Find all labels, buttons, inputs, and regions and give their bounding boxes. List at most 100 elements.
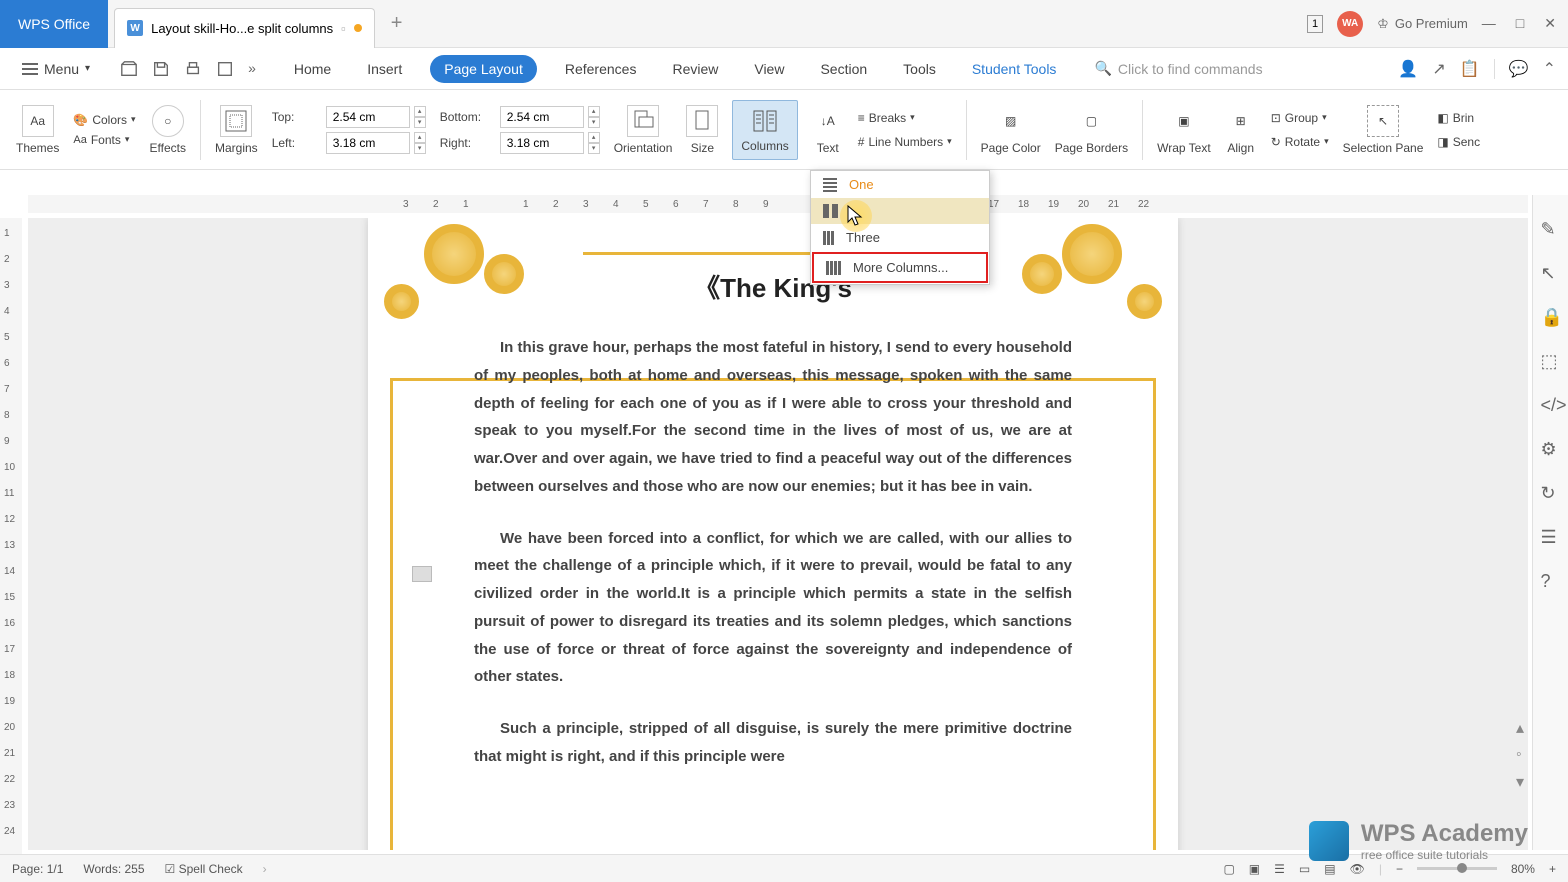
- send-backward-button[interactable]: ◨ Senc: [1437, 135, 1480, 149]
- preview-icon[interactable]: [216, 60, 234, 78]
- zoom-slider[interactable]: [1417, 867, 1497, 870]
- view-read-icon[interactable]: ▭: [1299, 862, 1310, 876]
- document-tab[interactable]: W Layout skill-Ho...e split columns ▫: [114, 8, 375, 48]
- lock-icon[interactable]: 🔒: [1541, 307, 1561, 327]
- bring-forward-button[interactable]: ◧ Brin: [1437, 111, 1480, 125]
- zoom-in-button[interactable]: +: [1549, 862, 1556, 876]
- zoom-percent[interactable]: 80%: [1511, 862, 1535, 876]
- user-avatar[interactable]: WA: [1337, 11, 1363, 37]
- view-outline-icon[interactable]: ☰: [1274, 862, 1285, 876]
- ocr-icon[interactable]: ⬚: [1541, 351, 1561, 371]
- bottom-margin-input[interactable]: [500, 106, 584, 128]
- maximize-button[interactable]: □: [1516, 15, 1524, 32]
- text-direction-button[interactable]: ↓A Text: [812, 105, 844, 155]
- minimize-button[interactable]: —: [1482, 15, 1496, 32]
- rotate-button[interactable]: ↻ Rotate ▾: [1271, 135, 1329, 149]
- selection-pane-button[interactable]: ↖ Selection Pane: [1343, 105, 1424, 155]
- print-icon[interactable]: [184, 60, 202, 78]
- history-icon[interactable]: ↻: [1541, 483, 1561, 503]
- view-page-icon[interactable]: ▢: [1223, 862, 1234, 876]
- close-button[interactable]: ✕: [1544, 15, 1556, 32]
- document-viewport[interactable]: 《The King's In this grave hour, perhaps …: [28, 218, 1528, 850]
- paragraph[interactable]: Such a principle, stripped of all disgui…: [474, 715, 1072, 771]
- line-numbers-button[interactable]: # Line Numbers ▾: [858, 135, 952, 149]
- word-count[interactable]: Words: 255: [83, 862, 144, 876]
- size-button[interactable]: Size: [686, 105, 718, 155]
- view-web-icon[interactable]: ▤: [1324, 862, 1335, 876]
- orientation-button[interactable]: Orientation: [614, 105, 673, 155]
- tab-student-tools[interactable]: Student Tools: [964, 55, 1065, 83]
- colors-button[interactable]: 🎨 Colors ▾: [73, 113, 135, 127]
- paragraph[interactable]: We have been forced into a conflict, for…: [474, 525, 1072, 692]
- nav-dot-icon[interactable]: ◦: [1516, 746, 1524, 764]
- new-tab-button[interactable]: +: [391, 12, 403, 35]
- tab-review[interactable]: Review: [664, 55, 726, 83]
- columns-button[interactable]: Columns: [732, 100, 797, 160]
- chat-icon[interactable]: 💬: [1509, 59, 1529, 79]
- settings-icon[interactable]: ⚙: [1541, 439, 1561, 459]
- prev-page-icon[interactable]: ▴: [1516, 718, 1524, 738]
- open-icon[interactable]: [120, 60, 138, 78]
- bottom-spinner[interactable]: ▴▾: [588, 106, 600, 128]
- paragraph[interactable]: In this grave hour, perhaps the most fat…: [474, 334, 1072, 501]
- outline-icon[interactable]: ☰: [1541, 527, 1561, 547]
- next-page-icon[interactable]: ▾: [1516, 772, 1524, 792]
- top-spinner[interactable]: ▴▾: [414, 106, 426, 128]
- tab-view[interactable]: View: [746, 55, 792, 83]
- margins-button[interactable]: Margins: [215, 105, 258, 155]
- view-full-icon[interactable]: ▣: [1249, 862, 1260, 876]
- collapse-ribbon-icon[interactable]: ⌃: [1543, 59, 1556, 79]
- save-icon[interactable]: [152, 60, 170, 78]
- page-color-button[interactable]: ▨ Page Color: [981, 105, 1041, 155]
- tab-insert[interactable]: Insert: [359, 55, 410, 83]
- tab-tools[interactable]: Tools: [895, 55, 944, 83]
- ruler-tick: 21: [4, 748, 15, 759]
- more-quick-icon[interactable]: »: [248, 60, 256, 78]
- more-columns[interactable]: More Columns...: [812, 252, 988, 283]
- vertical-ruler[interactable]: 1 2 3 4 5 6 7 8 9 10 11 12 13 14 15 16 1…: [0, 218, 22, 868]
- fonts-button[interactable]: Aa Fonts ▾: [73, 133, 135, 147]
- tab-home[interactable]: Home: [286, 55, 339, 83]
- columns-two[interactable]: [811, 198, 989, 224]
- status-more-icon[interactable]: ›: [263, 862, 267, 876]
- document-title[interactable]: 《The King's: [368, 268, 1178, 305]
- themes-button[interactable]: Aa Themes: [16, 105, 59, 155]
- left-spinner[interactable]: ▴▾: [414, 132, 426, 154]
- paragraph-option-marker[interactable]: [412, 566, 432, 582]
- help-icon[interactable]: ?: [1541, 571, 1561, 591]
- document-body[interactable]: In this grave hour, perhaps the most fat…: [474, 334, 1072, 795]
- effects-button[interactable]: ○ Effects: [150, 105, 186, 155]
- right-margin-input[interactable]: [500, 132, 584, 154]
- tab-section[interactable]: Section: [812, 55, 875, 83]
- page-indicator[interactable]: Page: 1/1: [12, 862, 63, 876]
- group-button[interactable]: ⊡ Group ▾: [1271, 111, 1329, 125]
- select-icon[interactable]: ↖: [1541, 263, 1561, 283]
- right-spinner[interactable]: ▴▾: [588, 132, 600, 154]
- columns-one[interactable]: One: [811, 171, 989, 198]
- left-margin-input[interactable]: [326, 132, 410, 154]
- go-premium-button[interactable]: ♔ Go Premium: [1377, 16, 1468, 32]
- spell-check-toggle[interactable]: ☑ Spell Check: [165, 862, 243, 876]
- command-search[interactable]: 🔍 Click to find commands: [1094, 60, 1262, 77]
- paste-icon[interactable]: 📋: [1460, 59, 1480, 79]
- page-borders-button[interactable]: ▢ Page Borders: [1055, 105, 1128, 155]
- chevron-down-icon: ▾: [125, 134, 130, 145]
- columns-three[interactable]: Three: [811, 224, 989, 251]
- edit-icon[interactable]: ✎: [1541, 219, 1561, 239]
- app-title[interactable]: WPS Office: [0, 0, 108, 48]
- align-button[interactable]: ⊞ Align: [1225, 105, 1257, 155]
- tab-page-layout[interactable]: Page Layout: [430, 55, 537, 83]
- breaks-button[interactable]: ≡ Breaks ▾: [858, 111, 952, 125]
- view-preview-icon[interactable]: 👁: [1350, 862, 1365, 876]
- horizontal-ruler[interactable]: 3 2 1 1 2 3 4 5 6 7 8 9 17 18 19 20 21 2…: [28, 195, 1528, 213]
- layout-icon[interactable]: 1: [1307, 15, 1323, 33]
- tab-references[interactable]: References: [557, 55, 645, 83]
- code-icon[interactable]: </>: [1541, 395, 1561, 415]
- document-page[interactable]: 《The King's In this grave hour, perhaps …: [368, 218, 1178, 850]
- top-margin-input[interactable]: [326, 106, 410, 128]
- main-menu-button[interactable]: Menu ▾: [12, 57, 100, 81]
- wrap-text-button[interactable]: ▣ Wrap Text: [1157, 105, 1211, 155]
- person-icon[interactable]: 👤: [1398, 59, 1418, 79]
- share-icon[interactable]: ↗: [1432, 59, 1445, 79]
- zoom-out-button[interactable]: −: [1396, 862, 1403, 876]
